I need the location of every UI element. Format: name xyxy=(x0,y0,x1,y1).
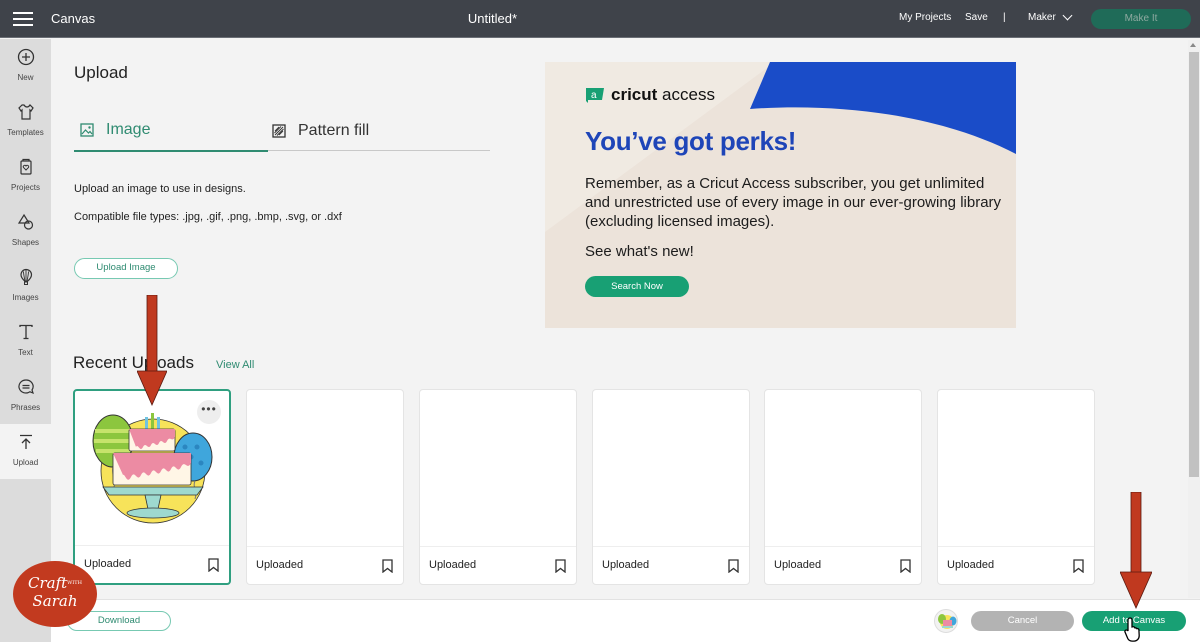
watermark-line1: Craft xyxy=(28,574,68,592)
selected-image-preview xyxy=(934,609,958,633)
hand-pointer-cursor-icon xyxy=(1124,617,1140,642)
upload-image-button[interactable]: Upload Image xyxy=(74,258,178,279)
tab-pattern-fill[interactable]: Pattern fill xyxy=(272,110,369,151)
speech-bubble-icon xyxy=(17,379,34,395)
sidebar-item-label: Phrases xyxy=(10,403,41,412)
logo-text-light: access xyxy=(662,85,715,104)
logo-text-bold: cricut xyxy=(611,85,658,104)
divider: | xyxy=(1003,12,1006,23)
bookmark-icon[interactable] xyxy=(208,558,219,572)
upload-tabs: Image Pattern fill xyxy=(74,110,490,152)
card-footer: Uploaded xyxy=(938,546,1094,584)
cricut-access-promo-banner: a cricut access You’ve got perks! Rememb… xyxy=(545,62,1016,328)
promo-body: Remember, as a Cricut Access subscriber,… xyxy=(585,175,1002,230)
upload-thumbnail xyxy=(247,390,403,546)
make-it-button[interactable]: Make It xyxy=(1091,9,1191,29)
promo-cta-text: See what's new! xyxy=(585,243,694,260)
recent-uploads-title: Recent Uploads xyxy=(73,353,194,372)
shirt-icon xyxy=(17,104,34,120)
promo-headline: You’ve got perks! xyxy=(585,126,797,156)
upload-card[interactable]: Uploaded xyxy=(246,389,404,585)
panel-title: Upload xyxy=(74,63,128,82)
my-projects-link[interactable]: My Projects xyxy=(899,12,951,23)
annotation-arrow-down-icon xyxy=(1120,492,1152,609)
bookmark-icon[interactable] xyxy=(382,559,393,573)
projects-icon xyxy=(19,158,32,175)
sidebar-item-shapes[interactable]: Shapes xyxy=(0,204,51,259)
text-icon xyxy=(18,324,33,340)
upload-thumbnail xyxy=(593,390,749,546)
card-footer: Uploaded xyxy=(420,546,576,584)
bookmark-icon[interactable] xyxy=(1073,559,1084,573)
sidebar-item-text[interactable]: Text xyxy=(0,314,51,369)
card-caption: Uploaded xyxy=(84,558,132,570)
cancel-button[interactable]: Cancel xyxy=(971,611,1074,631)
upload-card[interactable]: Uploaded xyxy=(592,389,750,585)
pattern-icon xyxy=(272,123,286,138)
save-link[interactable]: Save xyxy=(965,12,988,23)
card-footer: Uploaded xyxy=(247,546,403,584)
craft-with-sarah-watermark: CraftWITH Sarah xyxy=(13,561,97,627)
balloon-icon xyxy=(19,268,32,285)
card-caption: Uploaded xyxy=(947,559,995,571)
sidebar-item-new[interactable]: New xyxy=(0,39,51,94)
sidebar-item-phrases[interactable]: Phrases xyxy=(0,369,51,424)
file-types-text: Compatible file types: .jpg, .gif, .png,… xyxy=(74,211,342,223)
bookmark-icon[interactable] xyxy=(728,559,739,573)
chevron-down-icon xyxy=(1062,10,1073,21)
sidebar-item-label: Shapes xyxy=(11,238,40,247)
sidebar: New Templates Projects Shapes Images Tex… xyxy=(0,39,51,642)
sidebar-item-label: Text xyxy=(18,348,33,357)
card-caption: Uploaded xyxy=(429,559,477,571)
upload-card[interactable]: Uploaded xyxy=(764,389,922,585)
bookmark-icon[interactable] xyxy=(555,559,566,573)
sidebar-item-templates[interactable]: Templates xyxy=(0,94,51,149)
card-footer: Uploaded xyxy=(765,546,921,584)
vertical-scrollbar[interactable] xyxy=(1188,40,1200,598)
cricut-access-logo-icon: a xyxy=(586,88,604,103)
machine-label: Maker xyxy=(1028,12,1056,23)
image-icon xyxy=(80,123,94,137)
sidebar-item-projects[interactable]: Projects xyxy=(0,149,51,204)
tab-label: Image xyxy=(106,121,151,138)
card-footer: Uploaded xyxy=(75,545,229,583)
search-now-button[interactable]: Search Now xyxy=(585,276,689,297)
card-caption: Uploaded xyxy=(774,559,822,571)
upload-thumbnail xyxy=(765,390,921,546)
sidebar-item-label: New xyxy=(17,73,34,82)
sidebar-item-label: Templates xyxy=(7,128,44,137)
scrollbar-thumb[interactable] xyxy=(1189,52,1199,477)
top-bar: Canvas Untitled* My Projects Save | Make… xyxy=(0,0,1200,38)
machine-select[interactable]: Maker xyxy=(1028,10,1073,23)
upload-icon xyxy=(19,434,32,449)
more-options-button[interactable]: ••• xyxy=(197,400,221,424)
cricut-access-logo: a cricut access xyxy=(585,85,715,105)
bookmark-icon[interactable] xyxy=(900,559,911,573)
upload-card[interactable]: Uploaded xyxy=(419,389,577,585)
annotation-arrow-down-icon xyxy=(137,295,167,406)
card-caption: Uploaded xyxy=(256,559,304,571)
upload-description: Upload an image to use in designs. xyxy=(74,183,246,195)
plus-circle-icon xyxy=(17,48,34,66)
shapes-icon xyxy=(17,213,33,230)
watermark-with: WITH xyxy=(67,580,82,586)
upload-card[interactable]: ••• Uploaded xyxy=(73,389,231,585)
upload-thumbnail xyxy=(938,390,1094,546)
card-footer: Uploaded xyxy=(593,546,749,584)
watermark-line2: Sarah xyxy=(32,592,78,610)
tab-label: Pattern fill xyxy=(298,121,370,139)
sidebar-item-label: Projects xyxy=(11,183,40,192)
sidebar-item-images[interactable]: Images xyxy=(0,259,51,314)
upload-card[interactable]: Uploaded xyxy=(937,389,1095,585)
sidebar-item-label: Upload xyxy=(12,458,39,467)
svg-text:a: a xyxy=(591,90,597,101)
sidebar-item-label: Images xyxy=(12,293,39,302)
view-all-link[interactable]: View All xyxy=(216,359,254,371)
scroll-up-arrow-icon[interactable] xyxy=(1190,43,1196,47)
sidebar-item-upload[interactable]: Upload xyxy=(0,424,51,479)
document-title[interactable]: Untitled* xyxy=(0,11,985,26)
tab-image[interactable]: Image xyxy=(74,110,268,152)
upload-thumbnail xyxy=(420,390,576,546)
card-caption: Uploaded xyxy=(602,559,650,571)
